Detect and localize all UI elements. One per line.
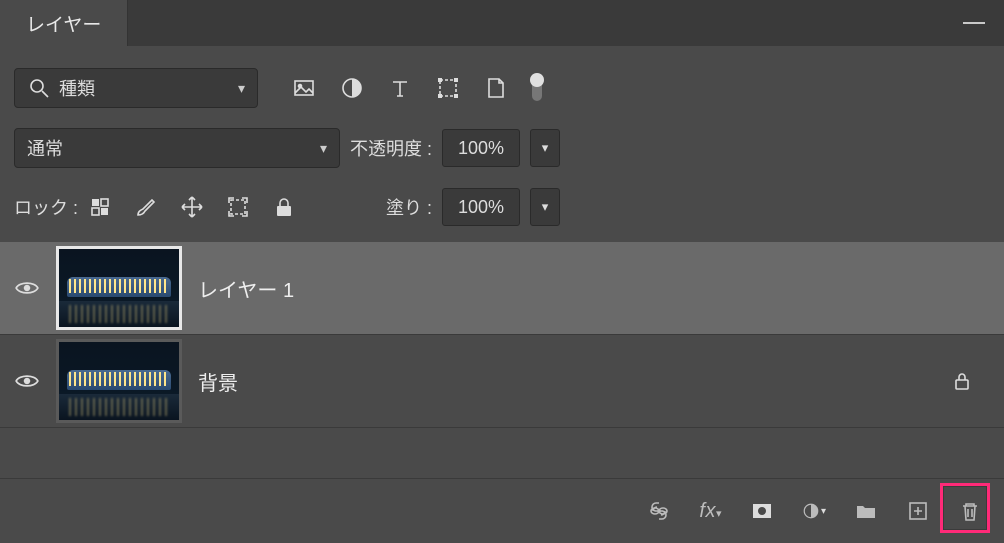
visibility-toggle[interactable] (14, 276, 40, 300)
fill-value: 100% (458, 197, 504, 218)
new-group-icon[interactable] (854, 499, 878, 523)
filter-row: 種類 ▾ (0, 46, 1004, 118)
lock-pixels-icon[interactable] (88, 195, 112, 219)
chevron-down-icon: ▾ (542, 199, 549, 215)
add-mask-icon[interactable] (750, 499, 774, 523)
layer-name[interactable]: 背景 (198, 367, 238, 396)
layer-kind-filter[interactable]: 種類 ▾ (14, 68, 258, 108)
header-spacer (128, 0, 944, 46)
blend-row: 通常 ▾ 不透明度 : 100% ▾ (0, 118, 1004, 178)
link-layers-icon[interactable] (647, 499, 671, 523)
layer-lock-icon[interactable] (950, 369, 974, 393)
opacity-input[interactable]: 100% (442, 129, 520, 167)
fill-label: 塗り : (386, 194, 432, 220)
layer-thumbnail[interactable] (56, 246, 182, 330)
lock-row: ロック : 塗り : 100% ▾ (0, 178, 1004, 236)
visibility-toggle[interactable] (14, 369, 40, 393)
opacity-label: 不透明度 : (350, 135, 432, 161)
layer-thumbnail[interactable] (56, 339, 182, 423)
lock-icon-group (88, 195, 296, 219)
fill-dropdown[interactable]: ▾ (530, 188, 560, 226)
image-filter-icon[interactable] (292, 76, 316, 100)
layer-row[interactable]: 背景 (0, 335, 1004, 428)
blend-mode-value: 通常 (27, 135, 63, 161)
adjustment-filter-icon[interactable] (340, 76, 364, 100)
lock-brush-icon[interactable] (134, 195, 158, 219)
lock-label: ロック : (14, 194, 78, 220)
hamburger-icon (963, 22, 985, 24)
layers-panel: レイヤー 種類 ▾ (0, 0, 1004, 543)
lock-position-icon[interactable] (180, 195, 204, 219)
lock-all-icon[interactable] (272, 195, 296, 219)
smartobject-filter-icon[interactable] (484, 76, 508, 100)
chevron-down-icon: ▾ (320, 140, 327, 157)
panel-header: レイヤー (0, 0, 1004, 46)
chevron-down-icon: ▾ (542, 140, 549, 156)
filter-toggle[interactable] (532, 75, 542, 101)
layer-kind-filter-label: 種類 (59, 75, 95, 101)
fill-input[interactable]: 100% (442, 188, 520, 226)
layer-row[interactable]: レイヤー 1 (0, 242, 1004, 335)
type-filter-icon[interactable] (388, 76, 412, 100)
panel-menu-button[interactable] (944, 0, 1004, 46)
filter-icon-group (292, 75, 542, 101)
layer-list: レイヤー 1 背景 (0, 242, 1004, 428)
blend-mode-select[interactable]: 通常 ▾ (14, 128, 340, 168)
shape-filter-icon[interactable] (436, 76, 460, 100)
new-layer-icon[interactable] (906, 499, 930, 523)
new-adjustment-layer-icon[interactable]: ▾ (802, 499, 826, 523)
search-icon (27, 76, 51, 100)
panel-footer: fx▾ ▾ (0, 478, 1004, 543)
opacity-value: 100% (458, 138, 504, 159)
tab-layers[interactable]: レイヤー (0, 0, 128, 46)
chevron-down-icon: ▾ (238, 80, 245, 97)
layer-name[interactable]: レイヤー 1 (198, 274, 294, 303)
tab-layers-label: レイヤー (26, 10, 101, 37)
opacity-dropdown[interactable]: ▾ (530, 129, 560, 167)
lock-artboard-icon[interactable] (226, 195, 250, 219)
delete-layer-icon[interactable] (958, 499, 982, 523)
layer-style-icon[interactable]: fx▾ (699, 500, 722, 523)
